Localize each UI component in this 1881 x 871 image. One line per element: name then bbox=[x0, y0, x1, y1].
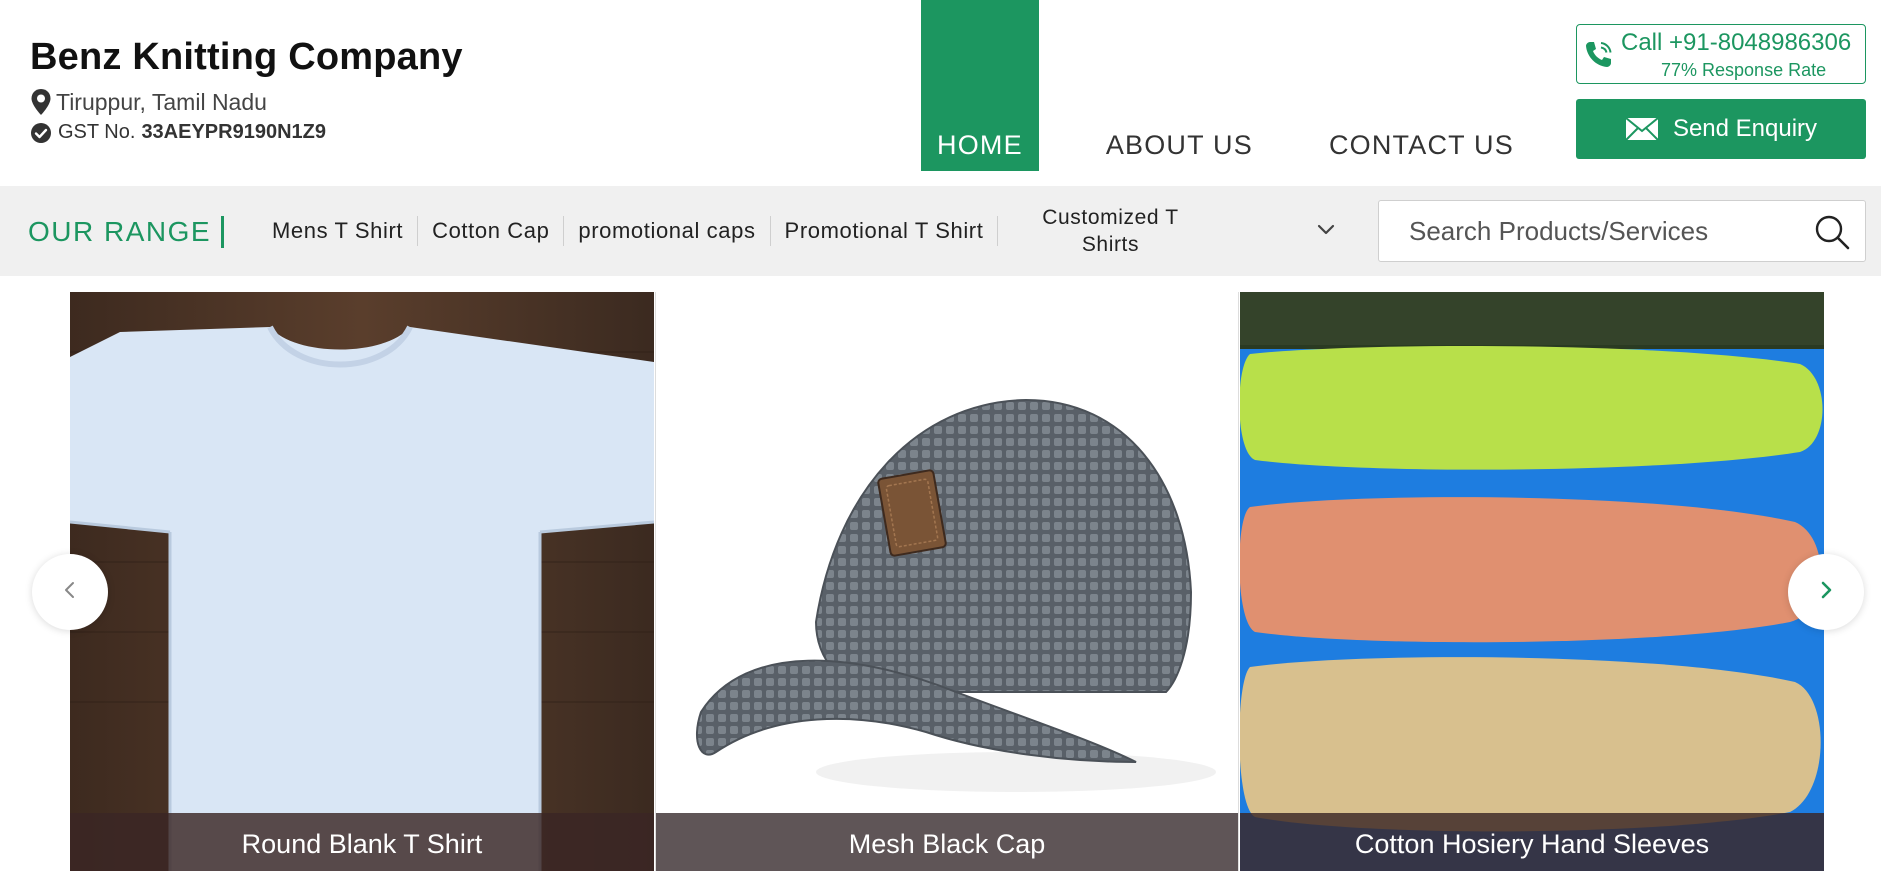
search-icon[interactable] bbox=[1813, 213, 1851, 256]
site-header: Benz Knitting Company Tiruppur, Tamil Na… bbox=[0, 0, 1881, 186]
range-link-mens-t-shirt[interactable]: Mens T Shirt bbox=[260, 216, 419, 246]
check-circle-icon bbox=[30, 122, 52, 144]
carousel-prev-button[interactable] bbox=[32, 554, 108, 630]
send-enquiry-button[interactable]: Send Enquiry bbox=[1576, 99, 1866, 159]
main-nav: HOME ABOUT US CONTACT US bbox=[921, 0, 1514, 171]
product-image bbox=[70, 292, 654, 871]
chevron-right-icon bbox=[1815, 579, 1837, 606]
company-name[interactable]: Benz Knitting Company bbox=[30, 36, 463, 79]
chevron-left-icon bbox=[59, 579, 81, 606]
search-input[interactable] bbox=[1379, 201, 1799, 261]
send-enquiry-label: Send Enquiry bbox=[1672, 115, 1818, 142]
envelope-icon bbox=[1625, 117, 1659, 141]
nav-home[interactable]: HOME bbox=[921, 0, 1039, 171]
phone-number: Call +91-8048986306 bbox=[1621, 29, 1852, 56]
product-image bbox=[656, 292, 1238, 871]
our-range-title: OUR RANGE bbox=[28, 216, 212, 247]
gst-label: GST No. bbox=[58, 121, 136, 143]
nav-contact-us[interactable]: CONTACT US bbox=[1329, 0, 1514, 171]
product-card[interactable]: Mesh Black Cap bbox=[655, 292, 1239, 871]
product-image bbox=[1240, 292, 1824, 871]
product-name[interactable]: Round Blank T Shirt bbox=[70, 813, 654, 871]
phone-icon bbox=[1583, 39, 1615, 76]
map-pin-icon bbox=[30, 88, 52, 116]
location-text: Tiruppur, Tamil Nadu bbox=[56, 88, 267, 115]
product-carousel: Round Blank T Shirt Mesh Black Cap Cotto… bbox=[70, 292, 1826, 871]
call-button[interactable]: Call +91-8048986306 77% Response Rate bbox=[1576, 24, 1866, 84]
company-location: Tiruppur, Tamil Nadu bbox=[30, 88, 267, 116]
product-card[interactable]: Cotton Hosiery Hand Sleeves bbox=[1240, 292, 1824, 871]
carousel-next-button[interactable] bbox=[1788, 554, 1864, 630]
range-link-promotional-t-shirt[interactable]: Promotional T Shirt bbox=[771, 216, 999, 246]
product-name[interactable]: Mesh Black Cap bbox=[656, 813, 1238, 871]
gst-number: 33AEYPR9190N1Z9 bbox=[141, 121, 326, 143]
search-box bbox=[1378, 200, 1866, 262]
range-link-customized-t-shirts[interactable]: Customized T Shirts bbox=[998, 204, 1222, 258]
product-name[interactable]: Cotton Hosiery Hand Sleeves bbox=[1240, 813, 1824, 871]
response-rate: 77% Response Rate bbox=[1661, 60, 1827, 80]
gst-info: GST No. 33AEYPR9190N1Z9 bbox=[30, 121, 326, 144]
product-card[interactable]: Round Blank T Shirt bbox=[70, 292, 654, 871]
range-link-promotional-caps[interactable]: promotional caps bbox=[564, 216, 771, 246]
nav-about-us[interactable]: ABOUT US bbox=[1106, 0, 1253, 171]
range-links: Mens T Shirt Cotton Cap promotional caps… bbox=[260, 186, 1222, 276]
chevron-down-icon[interactable] bbox=[1314, 218, 1338, 247]
range-divider bbox=[221, 216, 224, 248]
range-link-cotton-cap[interactable]: Cotton Cap bbox=[418, 216, 565, 246]
